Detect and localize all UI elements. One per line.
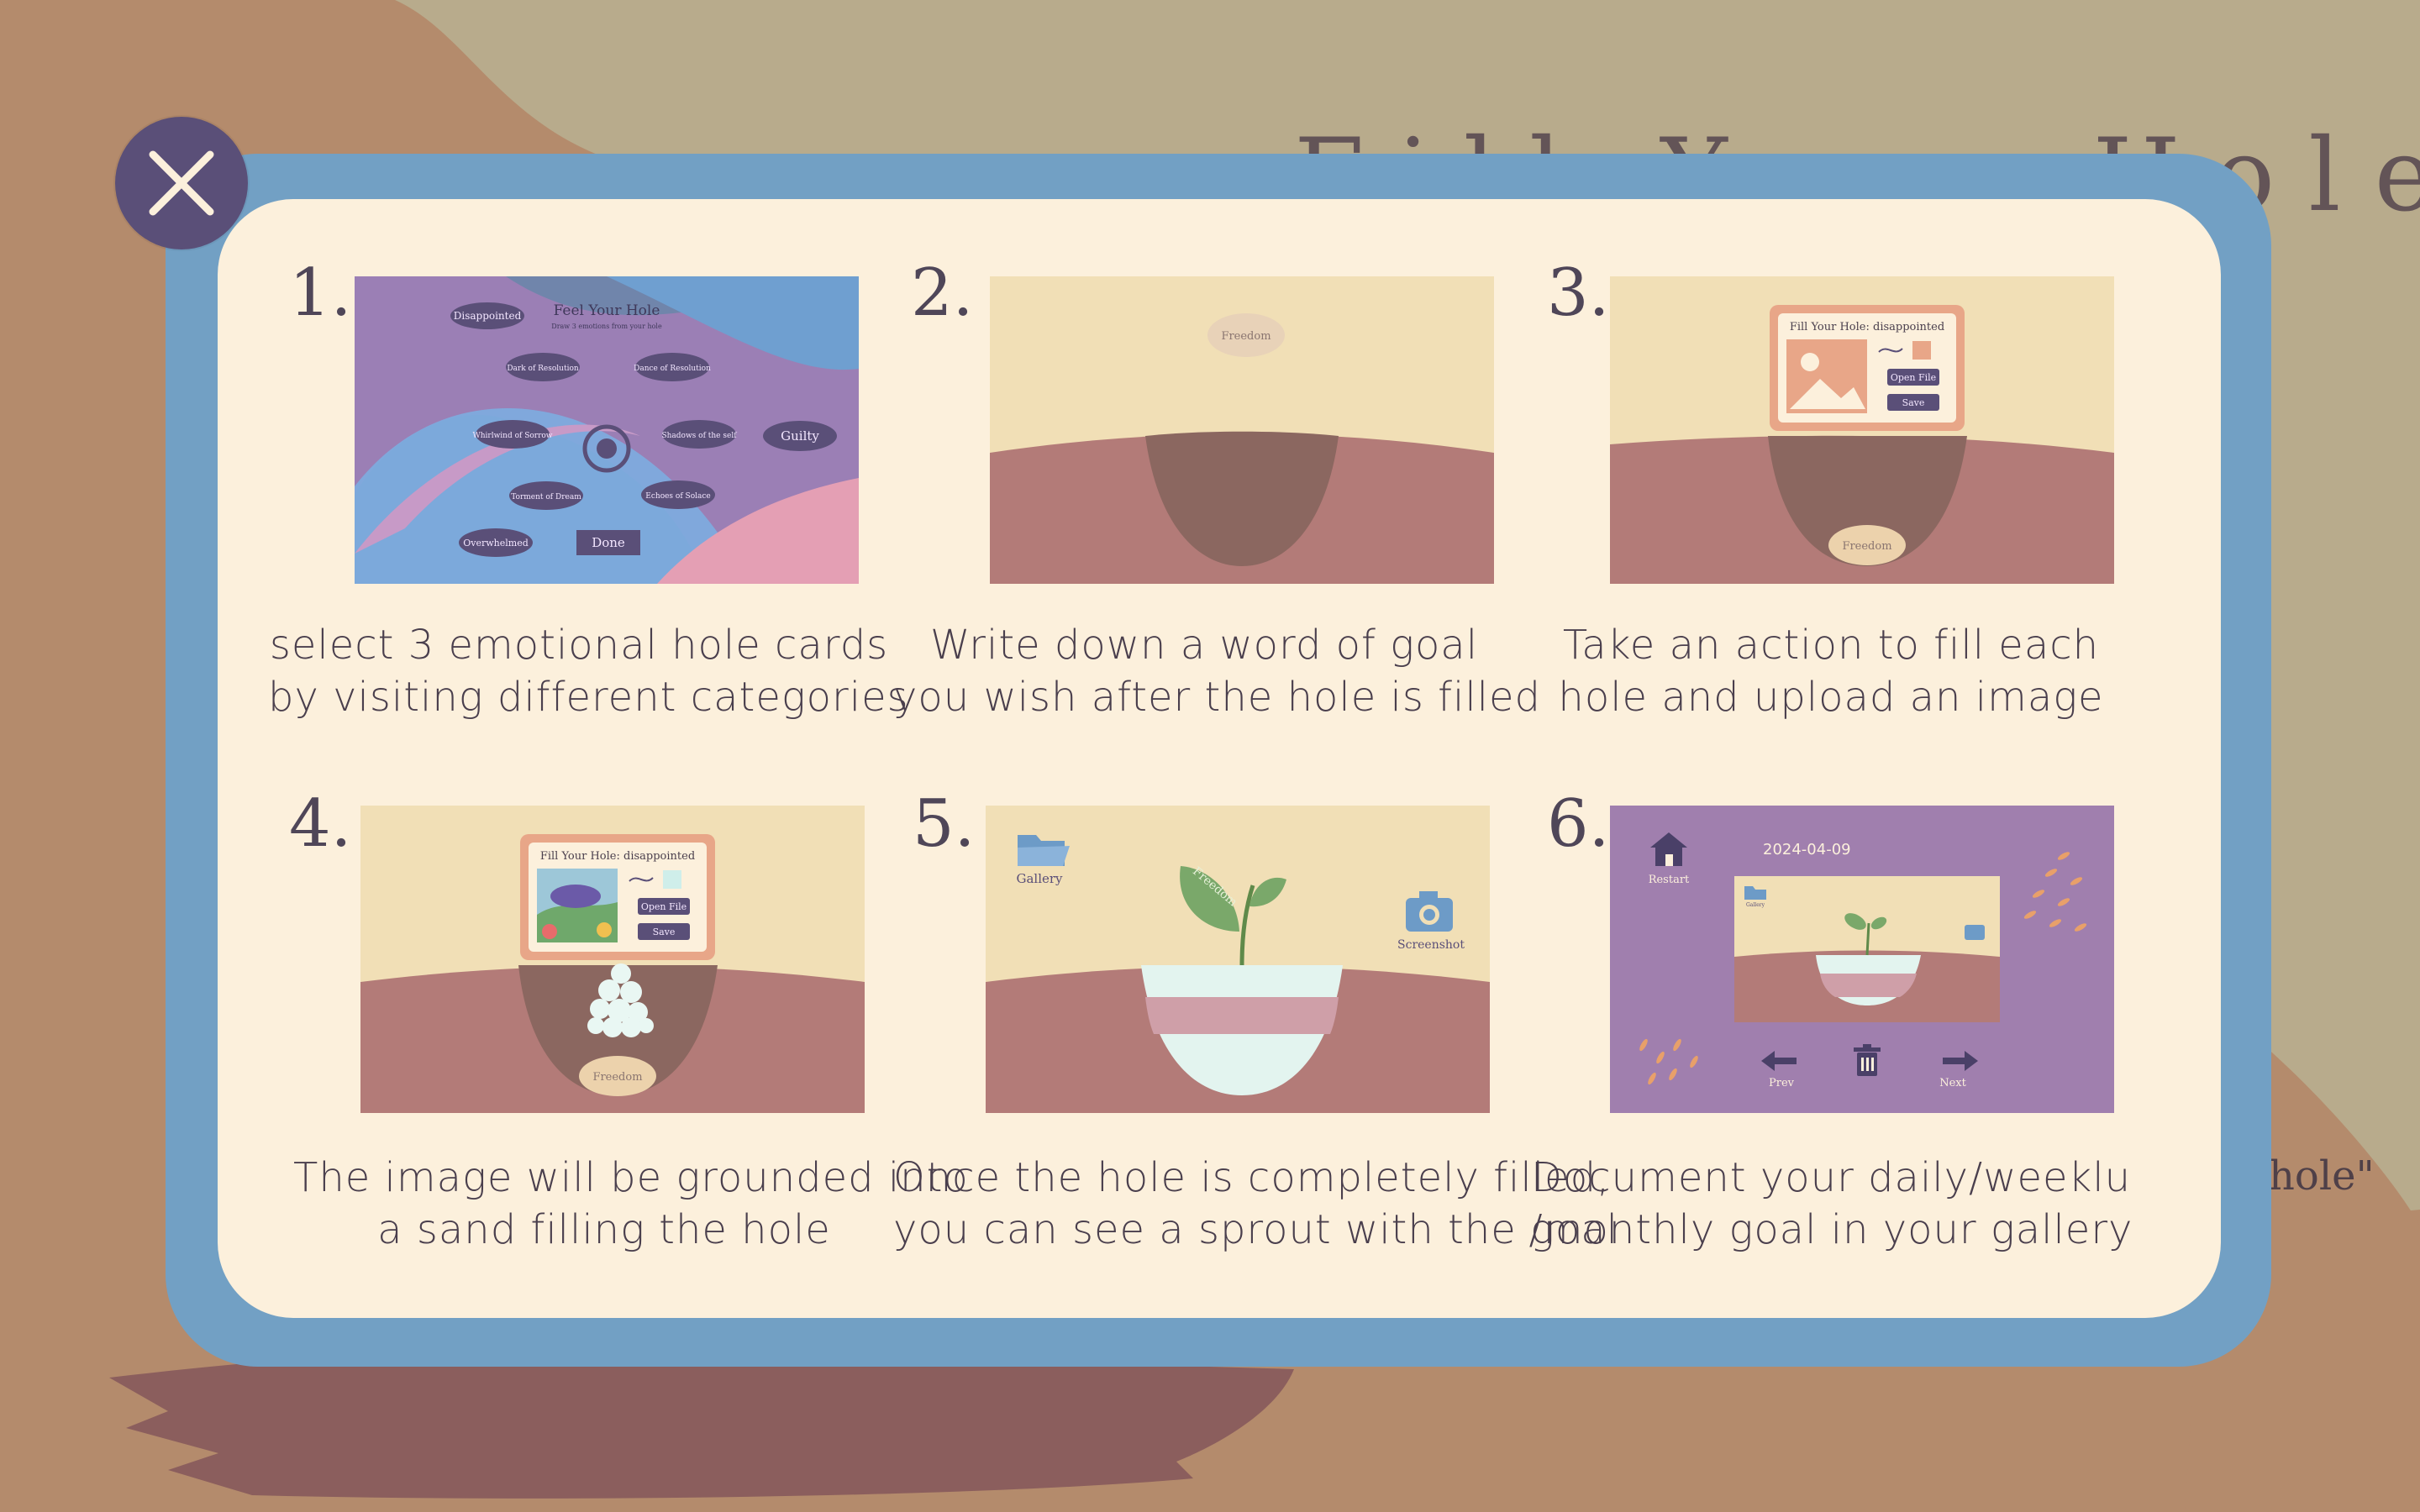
- svg-text:Dance of Resolution: Dance of Resolution: [634, 365, 711, 373]
- step-4-thumbnail: Freedom Fill Your Hole: disappointed Ope…: [360, 806, 865, 1113]
- step-5-thumbnail: Freedom Gallery Screenshot: [986, 806, 1490, 1113]
- svg-text:Guilty: Guilty: [781, 428, 819, 444]
- instructions-modal: 1. Disappointed Dark of Resolution Dance…: [166, 154, 2271, 1367]
- svg-text:Open File: Open File: [641, 901, 687, 912]
- svg-text:Screenshot: Screenshot: [1397, 938, 1465, 952]
- step-3-caption: Take an action to fill each hole and uplo…: [1558, 622, 2104, 721]
- svg-text:Freedom: Freedom: [592, 1071, 642, 1084]
- card-disappointed: Disappointed: [454, 310, 522, 322]
- close-button[interactable]: [115, 117, 248, 249]
- svg-text:Gallery: Gallery: [1016, 871, 1063, 886]
- close-icon: [149, 150, 214, 216]
- step-6-caption: Document your daily/weeklu/monthly goal …: [1528, 1154, 2133, 1253]
- svg-text:Gallery: Gallery: [1746, 902, 1765, 908]
- step-6-thumbnail: Restart 2024-04-09 Gallery Prev Next: [1610, 806, 2114, 1113]
- svg-text:Draw 3 emotions from your hole: Draw 3 emotions from your hole: [551, 323, 662, 330]
- trash-icon: [1854, 1044, 1881, 1076]
- step-6-number: 6.: [1547, 786, 1610, 862]
- step-3-thumbnail: Freedom Fill Your Hole: disappointed Ope…: [1610, 276, 2114, 584]
- svg-text:Restart: Restart: [1649, 874, 1690, 886]
- step-1-thumbnail: Disappointed Dark of Resolution Dance of…: [355, 276, 859, 584]
- svg-text:Feel Your Hole: Feel Your Hole: [554, 302, 660, 319]
- step-1-number: 1.: [289, 255, 352, 331]
- svg-text:Prev: Prev: [1769, 1077, 1795, 1089]
- svg-text:Overwhelmed: Overwhelmed: [463, 538, 529, 549]
- svg-text:Open File: Open File: [1891, 372, 1936, 383]
- step-2-caption: Write down a word of goal you wish after …: [893, 622, 1541, 721]
- svg-text:Torment of Dream: Torment of Dream: [511, 493, 581, 501]
- step-2-number: 2.: [911, 255, 974, 331]
- step-4-caption: The image will be grounded into a sand fi…: [293, 1154, 969, 1253]
- svg-text:Save: Save: [653, 927, 676, 937]
- step-5-number: 5.: [913, 786, 976, 862]
- svg-text:Dark of Resolution: Dark of Resolution: [507, 365, 579, 373]
- step-3-number: 3.: [1547, 255, 1610, 331]
- instructions-panel: 1. Disappointed Dark of Resolution Dance…: [218, 199, 2221, 1318]
- step-1-caption: select 3 emotional hole cards by visiting…: [268, 622, 909, 721]
- svg-text:Save: Save: [1902, 397, 1925, 408]
- svg-text:Fill Your Hole: disappointed: Fill Your Hole: disappointed: [1790, 321, 1944, 333]
- svg-text:Fill Your Hole: disappointed: Fill Your Hole: disappointed: [540, 850, 695, 863]
- svg-text:Freedom: Freedom: [1842, 540, 1891, 553]
- step-2-thumbnail: Freedom: [990, 276, 1494, 584]
- svg-text:Whirlwind of Sorrow: Whirlwind of Sorrow: [472, 432, 552, 440]
- svg-text:Freedom: Freedom: [1221, 330, 1270, 343]
- done-button: Done: [592, 535, 625, 550]
- svg-text:2024-04-09: 2024-04-09: [1763, 841, 1851, 858]
- svg-text:Shadows of the self: Shadows of the self: [661, 432, 737, 440]
- step-5-caption: Once the hole is completely filled, you c…: [893, 1154, 1619, 1253]
- background-hole-text: hole": [2269, 1152, 2375, 1200]
- svg-text:Echoes of Solace: Echoes of Solace: [645, 492, 710, 501]
- step-4-number: 4.: [289, 786, 352, 862]
- svg-text:Next: Next: [1939, 1077, 1966, 1089]
